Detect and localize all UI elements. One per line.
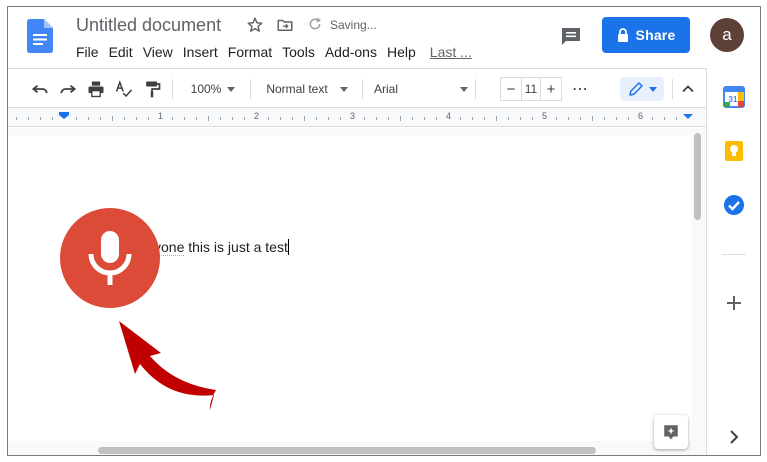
chevron-down-icon [460,86,468,92]
chevron-up-icon[interactable] [678,77,698,101]
star-icon[interactable] [246,16,264,34]
horizontal-scrollbar[interactable] [98,447,596,454]
document-body-text[interactable]: yone this is just a test [154,239,289,256]
comment-icon[interactable] [559,25,583,49]
toolbar-divider [672,79,673,99]
spellcheck-icon[interactable] [114,77,134,101]
font-size-increase-button[interactable]: + [541,78,561,100]
sync-icon [309,17,322,30]
redo-icon[interactable] [58,77,78,101]
paint-format-icon[interactable] [142,77,162,101]
move-to-folder-icon[interactable] [276,16,294,34]
toolbar-divider [250,79,251,99]
menu-insert[interactable]: Insert [178,43,223,61]
ruler-number: 3 [350,111,356,121]
calendar-icon[interactable]: 31 [723,86,745,108]
keep-icon[interactable] [723,140,745,162]
ruler-number: 1 [158,111,164,121]
ruler[interactable]: 1 2 3 4 5 6 [8,108,706,127]
header: Untitled document Saving... File Edit Vi… [8,7,760,67]
style-select[interactable]: Normal text [260,77,354,101]
red-arrow-annotation [119,321,216,410]
chevron-down-icon [649,86,657,92]
pencil-icon [629,82,643,96]
toolbar-divider [475,79,476,99]
toolbar-divider [362,79,363,99]
explore-icon [664,425,678,440]
menu-edit[interactable]: Edit [104,43,138,61]
side-panel-divider [722,254,746,255]
document-title[interactable]: Untitled document [76,15,221,36]
add-icon[interactable] [723,292,745,314]
menu-view[interactable]: View [138,43,178,61]
voice-typing-button[interactable] [60,208,160,308]
explore-button[interactable] [654,415,688,449]
chevron-right-icon[interactable] [723,426,745,448]
ruler-number: 5 [542,111,548,121]
avatar[interactable]: a [710,18,744,52]
app-window: Untitled document Saving... File Edit Vi… [7,6,761,456]
font-value: Arial [374,82,399,96]
ruler-number: 6 [638,111,644,121]
menu-format[interactable]: Format [223,43,277,61]
more-options-button[interactable]: ⋯ [569,77,591,101]
share-button[interactable]: Share [602,17,690,53]
share-label: Share [635,27,676,43]
font-size-decrease-button[interactable]: − [501,78,521,100]
save-status: Saving... [330,18,377,32]
body-text-rest: this is just a test [184,239,288,255]
side-panel: 31 [706,68,760,455]
svg-text:31: 31 [729,95,738,104]
font-size-stepper: − 11 + [500,77,562,101]
docs-logo[interactable] [27,19,53,53]
menu-file[interactable]: File [71,43,104,61]
zoom-value: 100% [190,82,222,96]
toolbar-divider [172,79,173,99]
chevron-down-icon [227,86,236,92]
microphone-icon [88,231,132,285]
lock-icon [617,28,628,42]
vertical-scrollbar[interactable] [694,133,701,220]
menu-help[interactable]: Help [382,43,421,61]
tasks-icon[interactable] [723,194,745,216]
editing-mode-button[interactable] [620,77,664,101]
style-value: Normal text [266,82,328,96]
menu-addons[interactable]: Add-ons [320,43,382,61]
zoom-select[interactable]: 100% [184,77,242,101]
menu-tools[interactable]: Tools [277,43,320,61]
ruler-number: 2 [254,111,260,121]
font-size-input[interactable]: 11 [521,78,541,100]
print-icon[interactable] [86,77,106,101]
font-select[interactable]: Arial [374,77,468,101]
menubar: File Edit View Insert Format Tools Add-o… [71,42,477,62]
toolbar: 100% Normal text Arial − 11 + ⋯ [8,68,706,108]
last-edit-link[interactable]: Last ... [425,43,477,61]
text-cursor [287,239,289,255]
undo-icon[interactable] [30,77,50,101]
ruler-number: 4 [446,111,452,121]
ruler-ticks [16,112,693,121]
chevron-down-icon [339,86,348,92]
